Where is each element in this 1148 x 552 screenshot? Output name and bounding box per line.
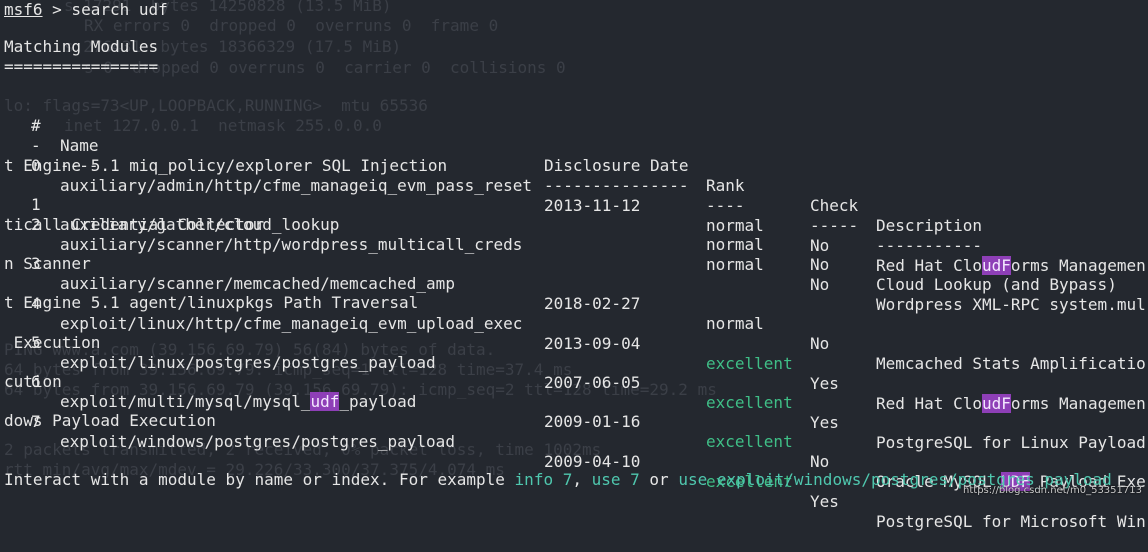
row-wrap-text: t Engine 5.1 agent/linuxpkgs Path Traver…: [4, 293, 419, 312]
description: Red Hat CloudForms Managemen: [876, 256, 1146, 276]
desc-text: Red Hat Clo: [876, 394, 982, 413]
rank-value: normal: [706, 216, 764, 235]
prompt-command: > search udf: [42, 0, 168, 19]
module-name[interactable]: exploit/linux/postgres/postgres_payload: [60, 353, 436, 373]
table-row[interactable]: 5 exploit/linux/postgres/postgres_payloa…: [4, 313, 1146, 452]
description: Cloud Lookup (and Bypass): [876, 275, 1117, 294]
rank-value: normal: [706, 235, 764, 254]
section-heading-rule: ================: [4, 57, 159, 76]
desc-text: orms Managemen: [1010, 256, 1146, 275]
use-index-command[interactable]: use 7: [592, 470, 640, 489]
disclosure-date: 2009-04-10: [544, 452, 641, 471]
row-wrap-text: ticall Credential Collector: [4, 215, 265, 234]
description: PostgreSQL for Microsoft Win: [876, 512, 1146, 531]
col-name-header: Name: [60, 136, 99, 155]
table-row[interactable]: 1 auxiliary/gather/cloud_lookup normal N…: [4, 175, 1117, 294]
table-row[interactable]: 2 auxiliary/scanner/http/wordpress_multi…: [4, 195, 1146, 314]
col-rank-header: Rank: [706, 176, 745, 195]
search-highlight: udf: [310, 392, 340, 411]
description: Wordpress XML-RPC system.mul: [876, 295, 1146, 314]
check-value: Yes: [810, 374, 839, 393]
module-name[interactable]: auxiliary/scanner/memcached/memcached_am…: [60, 274, 455, 294]
prompt-line: msf6 > search udf: [4, 0, 168, 20]
rank-value: excellent: [706, 354, 793, 373]
disclosure-date: 2013-09-04: [544, 334, 641, 353]
check-value: Yes: [810, 492, 839, 511]
usage-hint: Interact with a module by name or index.…: [4, 470, 1112, 490]
prompt-prefix: msf6: [4, 0, 43, 19]
col-desc-header: Description: [876, 216, 982, 235]
rank-value: excellent: [706, 432, 793, 451]
rank-value: normal: [706, 314, 764, 333]
hint-separator: ,: [572, 470, 592, 489]
disclosure-date: 2018-02-27: [544, 294, 641, 313]
module-name-text: exploit/multi/mysql/mysql_: [60, 392, 311, 411]
row-wrap-text: cution: [4, 372, 62, 391]
module-name[interactable]: exploit/multi/mysql/mysql_udf_payload: [60, 392, 416, 412]
terminal-window[interactable]: s 17291 bytes 14250828 (13.5 MiB) RX err…: [4, 0, 1148, 531]
check-value: No: [810, 236, 830, 255]
check-value: No: [810, 255, 830, 274]
module-name[interactable]: exploit/windows/postgres/postgres_payloa…: [60, 432, 455, 452]
table-header-dashes: - ---- --------------- ---- ----- ------…: [4, 116, 982, 255]
table-row[interactable]: 4 exploit/linux/http/cfme_manageiq_evm_u…: [4, 274, 1146, 413]
watermark: https://blog.csdn.net/m0_53351713: [963, 485, 1142, 496]
disclosure-date: 2007-06-05: [544, 373, 641, 392]
table-row[interactable]: 7 exploit/windows/postgres/postgres_payl…: [4, 392, 1146, 531]
module-name-text: _payload: [339, 392, 417, 411]
row-wrap-text: Execution: [4, 333, 101, 352]
ghost-text: inet 127.0.0.1 netmask 255.0.0.0: [64, 116, 382, 135]
description: PostgreSQL for Linux Payload: [876, 433, 1146, 452]
search-highlight: udF: [981, 256, 1011, 275]
dash-date: ---------------: [544, 176, 689, 195]
module-name[interactable]: exploit/linux/http/cfme_manageiq_evm_upl…: [60, 314, 522, 334]
search-highlight: udF: [981, 394, 1011, 413]
row-wrap-text: n Scanner: [4, 254, 91, 273]
row-wrap-text: t Engine 5.1 miq_policy/explorer SQL Inj…: [4, 156, 448, 175]
ghost-text: lo: flags=73<UP,LOOPBACK,RUNNING> mtu 65…: [4, 96, 428, 115]
col-date-header: Disclosure Date: [544, 156, 689, 175]
check-value: No: [810, 452, 830, 471]
info-command[interactable]: info 7: [515, 470, 573, 489]
check-value: No: [810, 334, 830, 353]
module-name[interactable]: auxiliary/scanner/http/wordpress_multica…: [60, 235, 522, 255]
desc-text: orms Managemen: [1010, 394, 1146, 413]
table-row[interactable]: 6 exploit/multi/mysql/mysql_udf_payload …: [4, 352, 1146, 491]
disclosure-date: 2013-11-12: [544, 196, 641, 215]
rank-value: normal: [706, 255, 764, 274]
dash-desc: -----------: [876, 236, 982, 255]
description: Red Hat CloudForms Managemen: [876, 394, 1146, 414]
module-name[interactable]: auxiliary/admin/http/cfme_manageiq_evm_p…: [60, 176, 532, 196]
row-wrap-text: dows Payload Execution: [4, 411, 216, 430]
disclosure-date: 2009-01-16: [544, 412, 641, 431]
rank-value: excellent: [706, 393, 793, 412]
hint-text: Interact with a module by name or index.…: [4, 470, 515, 489]
description: Memcached Stats Amplificatio: [876, 354, 1146, 373]
table-row[interactable]: 3 auxiliary/scanner/memcached/memcached_…: [4, 234, 1146, 373]
table-row[interactable]: 0 auxiliary/admin/http/cfme_manageiq_evm…: [4, 136, 1146, 275]
col-check-header: Check: [810, 196, 859, 215]
dash-check: -----: [810, 216, 859, 235]
section-heading: Matching Modules: [4, 37, 159, 56]
dash-rank: ----: [706, 196, 745, 215]
check-value: No: [810, 275, 830, 294]
hint-separator: or: [639, 470, 679, 489]
desc-text: Red Hat Clo: [876, 256, 982, 275]
table-header: # Name Disclosure Date Rank Check Descri…: [4, 96, 982, 235]
check-value: Yes: [810, 413, 839, 432]
